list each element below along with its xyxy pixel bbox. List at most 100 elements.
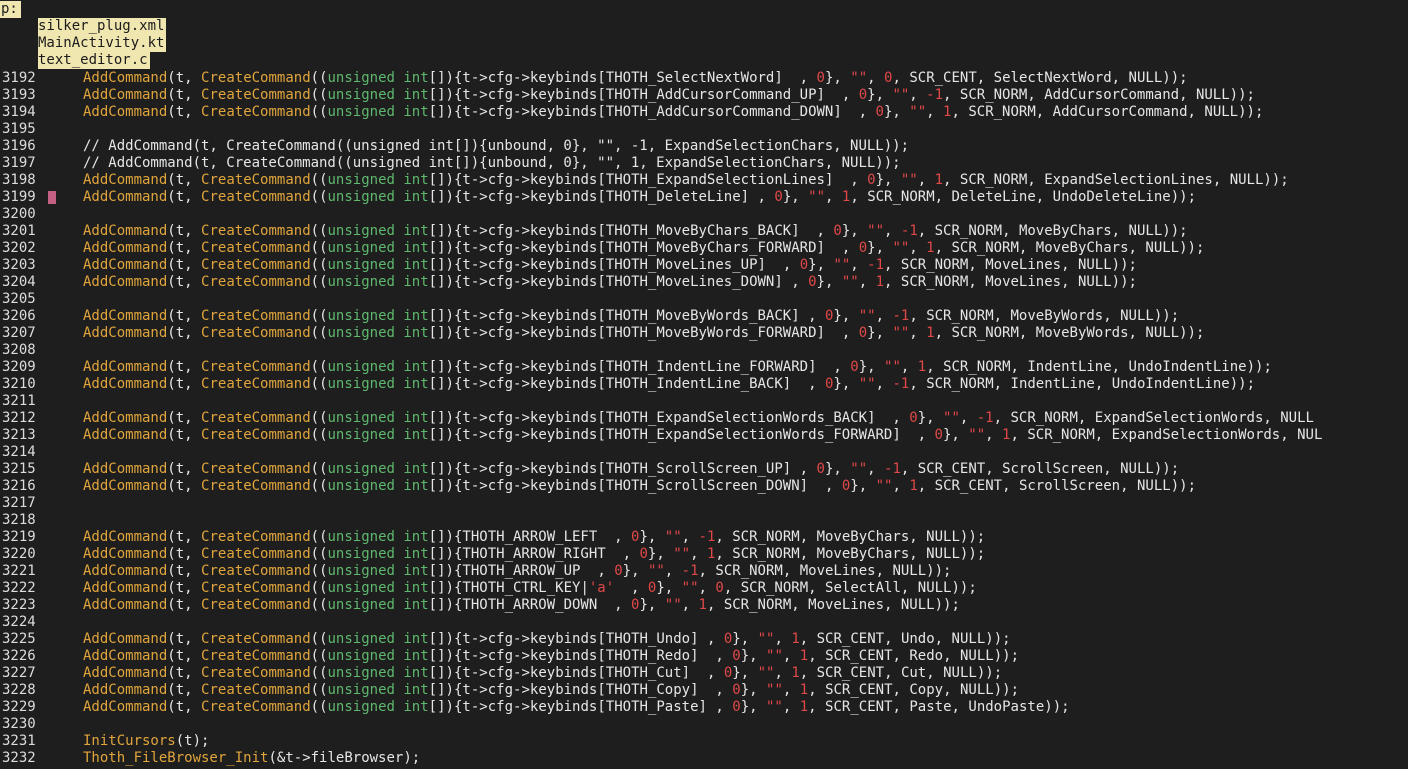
code-identifier: THOTH_ExpandSelectionLines: [605, 172, 825, 188]
code-identifier: THOTH_ARROW_DOWN: [462, 597, 598, 613]
code-line[interactable]: 3223 AddCommand(t, CreateCommand((unsigne…: [0, 597, 1408, 614]
code-punctuation: ): [1263, 172, 1272, 188]
file-suggestion-list: silker_plug.xml MainActivity.kt text_edi…: [38, 18, 178, 69]
code-punctuation: [193, 223, 201, 239]
code-line[interactable]: 3203 AddCommand(t, CreateCommand((unsigne…: [0, 257, 1408, 274]
code-line[interactable]: 3210 AddCommand(t, CreateCommand((unsigne…: [0, 376, 1408, 393]
code-line[interactable]: 3197 // AddCommand(t, CreateCommand((unsi…: [0, 155, 1408, 172]
code-punctuation: (: [310, 308, 320, 324]
line-source: AddCommand(t, CreateCommand((unsigned in…: [83, 682, 1019, 699]
code-punctuation: ): [993, 648, 1003, 664]
code-punctuation: ]: [437, 699, 446, 715]
code-line[interactable]: 3221 AddCommand(t, CreateCommand((unsigne…: [0, 563, 1408, 580]
code-punctuation: (: [310, 461, 320, 477]
code-punctuation: [597, 529, 605, 545]
code-punctuation: ,: [808, 699, 817, 715]
code-punctuation: ,: [1111, 359, 1121, 375]
code-punctuation: ): [445, 461, 454, 477]
code-line[interactable]: 3229 AddCommand(t, CreateCommand((unsigne…: [0, 699, 1408, 716]
file-suggestion-item[interactable]: text_editor.c: [38, 52, 178, 69]
code-function: CreateCommand: [201, 461, 311, 477]
code-line[interactable]: 3215 AddCommand(t, CreateCommand((unsigne…: [0, 461, 1408, 478]
code-line[interactable]: 3230: [0, 716, 1408, 733]
code-number: -1: [884, 461, 901, 477]
code-identifier: keybinds: [529, 257, 598, 273]
code-punctuation: }: [833, 376, 842, 392]
code-punctuation: (: [319, 257, 328, 273]
code-type: unsigned: [327, 87, 395, 103]
code-line[interactable]: 3231 InitCursors(t);: [0, 733, 1408, 750]
code-punctuation: ]: [437, 359, 446, 375]
code-punctuation: (: [310, 240, 320, 256]
file-suggestion-item[interactable]: silker_plug.xml: [38, 18, 178, 35]
code-punctuation: ,: [943, 682, 952, 698]
code-line[interactable]: 3227 AddCommand(t, CreateCommand((unsigne…: [0, 665, 1408, 682]
code-line[interactable]: 3207 AddCommand(t, CreateCommand((unsigne…: [0, 325, 1408, 342]
code-punctuation: [193, 427, 201, 443]
code-identifier: keybinds: [529, 682, 598, 698]
code-line[interactable]: 3195: [0, 121, 1408, 138]
code-line[interactable]: 3192 AddCommand(t, CreateCommand((unsigne…: [0, 70, 1408, 87]
code-punctuation: [859, 172, 867, 188]
code-punctuation: ,: [926, 104, 935, 120]
code-punctuation: ,: [892, 682, 901, 698]
code-line[interactable]: 3200: [0, 206, 1408, 223]
code-line[interactable]: 3206 AddCommand(t, CreateCommand((unsigne…: [0, 308, 1408, 325]
code-punctuation: [: [428, 529, 438, 545]
code-identifier: MoveByChars: [816, 546, 910, 562]
code-line[interactable]: 3232 Thoth_FileBrowser_Init(&t->fileBrows…: [0, 750, 1408, 767]
code-line[interactable]: 3225 AddCommand(t, CreateCommand((unsigne…: [0, 631, 1408, 648]
code-line[interactable]: 3202 AddCommand(t, CreateCommand((unsigne…: [0, 240, 1408, 257]
code-punctuation: ): [976, 665, 986, 681]
code-punctuation: >: [521, 257, 530, 273]
code-punctuation: [808, 631, 816, 647]
code-function: CreateCommand: [201, 597, 311, 613]
code-line[interactable]: 3218: [0, 512, 1408, 529]
code-identifier: THOTH_MoveLines_DOWN: [605, 274, 775, 290]
code-line[interactable]: 3209 AddCommand(t, CreateCommand((unsigne…: [0, 359, 1408, 376]
code-line[interactable]: 3208: [0, 342, 1408, 359]
code-string: "": [647, 563, 665, 579]
file-suggestion-item[interactable]: MainActivity.kt: [38, 35, 178, 52]
code-function: CreateCommand: [201, 274, 311, 290]
code-line[interactable]: 3213 AddCommand(t, CreateCommand((unsigne…: [0, 427, 1408, 444]
code-line[interactable]: 3214: [0, 444, 1408, 461]
code-line[interactable]: 3204 AddCommand(t, CreateCommand((unsigne…: [0, 274, 1408, 291]
code-punctuation: (: [310, 665, 320, 681]
code-identifier: THOTH_MoveByWords_BACK: [605, 308, 792, 324]
code-line[interactable]: 3224: [0, 614, 1408, 631]
code-line[interactable]: 3196 // AddCommand(t, CreateCommand((unsi…: [0, 138, 1408, 155]
code-punctuation: (: [310, 699, 320, 715]
code-line[interactable]: 3220 AddCommand(t, CreateCommand((unsigne…: [0, 546, 1408, 563]
code-line[interactable]: 3212 AddCommand(t, CreateCommand((unsigne…: [0, 410, 1408, 427]
command-prompt[interactable]: p:: [0, 1, 21, 18]
code-line[interactable]: 3205: [0, 291, 1408, 308]
code-punctuation: ,: [909, 308, 918, 324]
code-punctuation: [850, 240, 858, 256]
code-line[interactable]: 3201 AddCommand(t, CreateCommand((unsigne…: [0, 223, 1408, 240]
line-number: 3229: [2, 699, 36, 715]
code-line[interactable]: 3211: [0, 393, 1408, 410]
code-line[interactable]: 3217: [0, 495, 1408, 512]
code-line[interactable]: 3226 AddCommand(t, CreateCommand((unsigne…: [0, 648, 1408, 665]
code-punctuation: ,: [993, 308, 1003, 324]
code-punctuation: [850, 376, 858, 392]
code-identifier: Paste: [909, 699, 952, 715]
code-line[interactable]: 3222 AddCommand(t, CreateCommand((unsigne…: [0, 580, 1408, 597]
code-identifier: t: [462, 682, 471, 698]
code-line[interactable]: 3228 AddCommand(t, CreateCommand((unsigne…: [0, 682, 1408, 699]
code-punctuation: (: [310, 410, 320, 426]
code-line[interactable]: 3216 AddCommand(t, CreateCommand((unsigne…: [0, 478, 1408, 495]
code-line[interactable]: 3219 AddCommand(t, CreateCommand((unsigne…: [0, 529, 1408, 546]
code-view[interactable]: 3192 AddCommand(t, CreateCommand((unsigne…: [0, 70, 1408, 767]
code-line[interactable]: 3198 AddCommand(t, CreateCommand((unsigne…: [0, 172, 1408, 189]
code-line[interactable]: 3199 AddCommand(t, CreateCommand((unsigne…: [0, 189, 1408, 206]
code-line[interactable]: 3193 AddCommand(t, CreateCommand((unsigne…: [0, 87, 1408, 104]
code-punctuation: [774, 257, 782, 273]
code-function: CreateCommand: [201, 631, 311, 647]
code-punctuation: [1103, 376, 1111, 392]
code-punctuation: (: [319, 308, 328, 324]
code-punctuation: [909, 427, 917, 443]
code-line[interactable]: 3194 AddCommand(t, CreateCommand((unsigne…: [0, 104, 1408, 121]
code-punctuation: ,: [841, 240, 851, 256]
